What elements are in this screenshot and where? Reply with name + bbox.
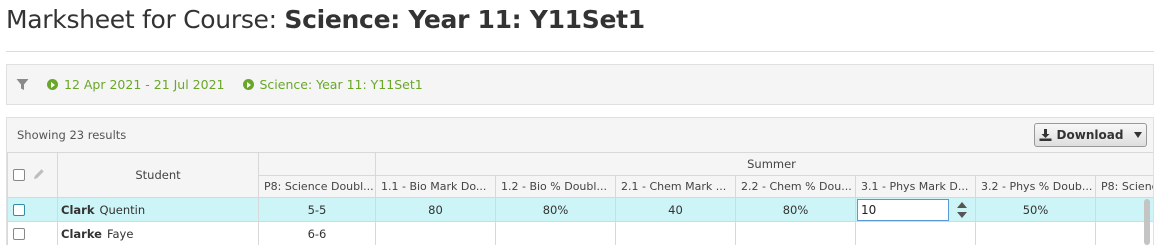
grid-toolbar: Showing 23 results Download [7,118,1153,152]
page-title-course: Science: Year 11: Y11Set1 [284,5,645,34]
filter-bar: 12 Apr 2021 - 21 Jul 2021 Science: Year … [6,64,1154,105]
chevron-up-icon[interactable] [957,202,967,208]
filter-date-range[interactable]: 12 Apr 2021 - 21 Jul 2021 [47,77,225,92]
column-header[interactable]: 3.1 - Phys Mark D... [855,175,976,198]
play-circle-icon [242,79,254,90]
page-title: Marksheet for Course: Science: Year 11: … [6,5,645,34]
marksheet-table: Student Summer P8: Science Doubl... 1.1 … [7,152,1153,245]
download-button-label: Download [1056,128,1124,142]
mark-cell[interactable] [735,221,856,245]
mark-cell[interactable]: 80 [375,197,496,222]
column-header[interactable]: P8: Scienc [1094,175,1153,198]
row-checkbox[interactable] [13,228,25,240]
table-row[interactable]: Clarke Faye 6-6 [7,221,1153,245]
marksheet-grid-panel: Showing 23 results Download Student Summ… [6,117,1154,245]
column-header[interactable]: P8: Science Doubl... [258,175,376,198]
select-all-checkbox[interactable] [13,169,25,181]
chevron-down-icon [1134,132,1143,138]
student-forename: Faye [106,226,134,241]
column-header[interactable]: 2.2 - Chem % Dou... [735,175,856,198]
play-circle-icon [47,79,58,90]
mark-cell[interactable] [495,221,616,245]
mark-input[interactable]: 10 [857,199,949,221]
mark-cell[interactable] [855,221,976,245]
mark-cell[interactable] [975,221,1096,245]
filter-course-label: Science: Year 11: Y11Set1 [259,77,423,92]
download-icon [1039,129,1052,141]
title-divider [6,51,1154,52]
column-header[interactable]: 1.2 - Bio % Doubl... [495,175,616,198]
mark-cell[interactable]: 6-6 [258,221,376,245]
download-button[interactable]: Download [1034,123,1147,147]
student-surname: Clark [61,202,95,217]
header-row-group: Student Summer [7,152,1153,198]
mark-cell[interactable]: 80% [495,197,616,222]
filter-date-range-label: 12 Apr 2021 - 21 Jul 2021 [64,77,225,92]
row-select-cell [7,197,58,222]
student-surname: Clarke [61,226,102,241]
student-name-cell[interactable]: Clarke Faye [57,221,259,245]
pencil-icon[interactable] [33,168,45,183]
student-name-cell[interactable]: Clark Quentin [57,197,259,222]
mark-cell[interactable]: 50% [975,197,1096,222]
mark-cell[interactable]: 5-5 [258,197,376,222]
mark-cell[interactable] [375,221,496,245]
vertical-scrollbar[interactable] [1144,199,1150,245]
row-select-cell [7,221,58,245]
page-title-prefix: Marksheet for Course: [6,5,285,34]
summer-group-header: Summer [374,152,1153,176]
student-column-header[interactable]: Student [57,152,259,198]
mark-cell[interactable] [615,221,736,245]
filter-course[interactable]: Science: Year 11: Y11Set1 [242,77,423,92]
mark-cell[interactable]: 80% [735,197,856,222]
column-header[interactable]: 1.1 - Bio Mark Do... [375,175,496,198]
column-header[interactable]: 3.2 - Phys % Doub... [975,175,1096,198]
number-stepper[interactable] [957,202,968,218]
header-spacer [258,152,376,176]
chevron-down-icon[interactable] [957,212,967,218]
funnel-icon[interactable] [16,78,29,91]
result-count: Showing 23 results [17,128,127,142]
row-checkbox[interactable] [13,204,25,216]
mark-cell[interactable]: 40 [615,197,736,222]
editing-mark-cell[interactable]: 10 [855,197,976,222]
table-row[interactable]: Clark Quentin 5-5 80 80% 40 80% 10 50% [7,197,1153,222]
student-forename: Quentin [99,202,146,217]
select-all-header [7,152,58,198]
column-header[interactable]: 2.1 - Chem Mark ... [615,175,736,198]
